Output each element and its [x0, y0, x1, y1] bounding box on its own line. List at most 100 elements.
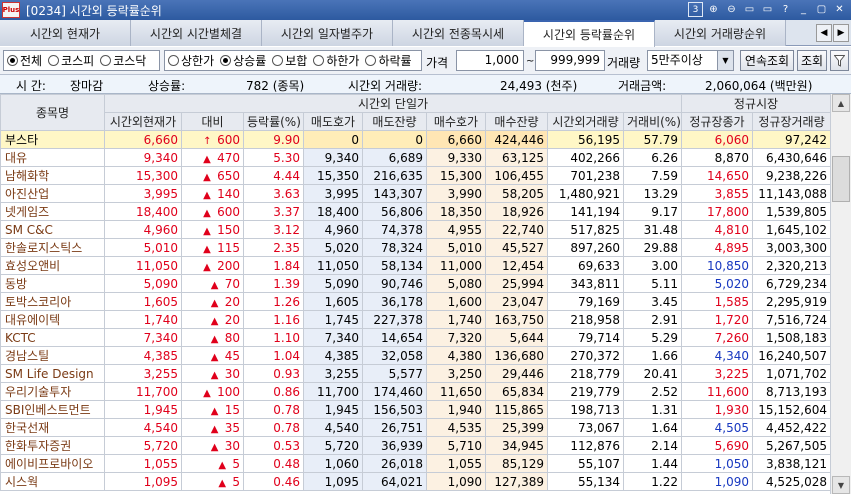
table-row[interactable]: 동방 5,090 ▲ 70 1.39 5,090 90,746 5,080 25,994 343,…	[0, 274, 830, 293]
col-header-6[interactable]: 매수잔량	[485, 112, 548, 131]
tab-4[interactable]: 시간외 등락률순위	[524, 20, 655, 47]
query-button[interactable]: 조회	[797, 50, 827, 71]
print-icon[interactable]: ▭	[760, 2, 775, 17]
market-radio-0[interactable]: 전체	[7, 52, 42, 69]
cell-regular-close: 11,600	[681, 382, 753, 401]
col-header-5[interactable]: 매수호가	[426, 112, 486, 131]
table-row[interactable]: 남해화학 15,300 ▲ 650 4.44 15,350 216,635 15,300 106…	[0, 166, 830, 185]
direction-radio-4[interactable]: 하락률	[365, 52, 412, 69]
col-header-8[interactable]: 거래비(%)	[623, 112, 682, 131]
cell-rate: 3.37	[243, 202, 304, 221]
cell-bid-price: 4,380	[426, 346, 486, 365]
cell-regular-close: 4,505	[681, 418, 753, 437]
table-row[interactable]: 한국선재 4,540 ▲ 35 0.78 4,540 26,751 4,535 25,399 73…	[0, 418, 830, 437]
table-row[interactable]: 한솔로지스틱스 5,010 ▲ 115 2.35 5,020 78,324 5,010 45,5…	[0, 238, 830, 257]
col-header-2[interactable]: 등락률(%)	[243, 112, 304, 131]
scroll-up-icon[interactable]: ▲	[832, 94, 850, 112]
table-row[interactable]: 대유 9,340 ▲ 470 5.30 9,340 6,689 9,330 63,125 402,…	[0, 148, 830, 167]
zoom-in-icon[interactable]: ⊕	[706, 2, 721, 17]
tab-scroll-left-icon[interactable]: ◀	[816, 24, 832, 42]
direction-radio-0[interactable]: 상한가	[168, 52, 214, 69]
chevron-down-icon[interactable]: ▼	[717, 51, 733, 70]
help-icon[interactable]: ?	[778, 2, 793, 17]
direction-radio-1[interactable]: 상승률	[220, 52, 266, 69]
maximize-icon[interactable]: ▢	[814, 2, 829, 17]
col-header-0[interactable]: 시간외현재가	[104, 112, 182, 131]
table-row[interactable]: 한화투자증권 5,720 ▲ 30 0.53 5,720 36,939 5,710 34,945…	[0, 436, 830, 455]
radio-circle-icon[interactable]	[220, 55, 232, 66]
table-row[interactable]: SM C&C 4,960 ▲ 150 3.12 4,960 74,378 4,955 22,74…	[0, 220, 830, 239]
cell-ask-qty: 26,018	[362, 454, 427, 473]
col-header-9[interactable]: 정규장종가	[681, 112, 753, 131]
cell-name: 동방	[0, 274, 105, 293]
cell-bid-price: 4,535	[426, 418, 486, 437]
change-value: 200	[217, 258, 240, 273]
link-number-button[interactable]: 3	[688, 2, 703, 17]
direction-radio-2[interactable]: 보합	[272, 52, 307, 69]
col-header-4[interactable]: 매도잔량	[362, 112, 427, 131]
col-header-3[interactable]: 매도호가	[303, 112, 363, 131]
price-from-input[interactable]: 1,000	[456, 50, 524, 71]
cell-bid-qty: 18,926	[485, 202, 548, 221]
radio-circle-icon[interactable]	[7, 55, 18, 66]
table-row[interactable]: 시스웍 1,095 ▲ 5 0.46 1,095 64,021 1,090 127,389 55,…	[0, 472, 830, 491]
cell-bid-price: 15,300	[426, 166, 486, 185]
tab-0[interactable]: 시간외 현재가	[0, 20, 131, 46]
table-row[interactable]: 에이비프로바이오 1,055 ▲ 5 0.48 1,060 26,018 1,055 85,12…	[0, 454, 830, 473]
table-row[interactable]: 우리기술투자 11,700 ▲ 100 0.86 11,700 174,460 11,650 6…	[0, 382, 830, 401]
table-row[interactable]: 토박스코리아 1,605 ▲ 20 1.26 1,605 36,178 1,600 23,047…	[0, 292, 830, 311]
cell-regular-volume: 2,320,213	[751, 256, 830, 275]
tab-1[interactable]: 시간외 시간별체결	[131, 20, 262, 46]
scroll-down-icon[interactable]: ▼	[832, 476, 850, 494]
table-row[interactable]: 대유에이텍 1,740 ▲ 20 1.16 1,745 227,378 1,740 163,75…	[0, 310, 830, 329]
minimize-icon[interactable]: _	[796, 2, 811, 17]
cell-regular-close: 1,050	[681, 454, 753, 473]
col-header-7[interactable]: 시간외거래량	[547, 112, 624, 131]
zoom-out-icon[interactable]: ⊖	[724, 2, 739, 17]
table-row[interactable]: 효성오앤비 11,050 ▲ 200 1.84 11,050 58,134 11,000 12,…	[0, 256, 830, 275]
filter-bar: 전체 코스피 코스닥 상한가 상승률 보합 하한가 하락률 가격 1,000 ~ 999,9…	[0, 47, 851, 75]
table-row[interactable]: SM Life Design 3,255 ▲ 30 0.93 3,255 5,577 3,25…	[0, 364, 830, 383]
tab-2[interactable]: 시간외 일자별주가	[262, 20, 393, 46]
continuous-query-button[interactable]: 연속조회	[740, 50, 794, 71]
cell-regular-volume: 4,452,422	[751, 418, 830, 437]
table-row[interactable]: 경남스틸 4,385 ▲ 45 1.04 4,385 32,058 4,380 136,680 2…	[0, 346, 830, 365]
table-row[interactable]: 부스타 6,660 ↑ 600 9.90 0 0 6,660 424,446 56,195 57.7…	[0, 130, 830, 149]
close-icon[interactable]: ✕	[832, 2, 847, 17]
market-radio-1[interactable]: 코스피	[48, 52, 94, 69]
table-row[interactable]: KCTC 7,340 ▲ 80 1.10 7,340 14,654 7,320 5,644 79,…	[0, 328, 830, 347]
cell-volume-ratio: 9.17	[623, 202, 682, 221]
tab-5[interactable]: 시간외 거래량순위	[655, 20, 786, 46]
col-header-1[interactable]: 대비	[181, 112, 244, 131]
cell-bid-qty: 22,740	[485, 220, 548, 239]
cell-bid-price: 5,010	[426, 238, 486, 257]
col-header-10[interactable]: 정규장거래량	[751, 112, 830, 131]
cell-volume-ratio: 29.88	[623, 238, 682, 257]
cell-name: 아진산업	[0, 184, 105, 203]
direction-radio-3[interactable]: 하한가	[313, 52, 359, 69]
radio-circle-icon[interactable]	[100, 55, 112, 66]
radio-circle-icon[interactable]	[48, 55, 60, 66]
radio-circle-icon[interactable]	[168, 55, 179, 66]
tab-3[interactable]: 시간외 전종목시세	[393, 20, 524, 46]
volume-select[interactable]: 5만주이상 ▼	[647, 50, 734, 71]
radio-circle-icon[interactable]	[313, 55, 325, 66]
cell-regular-close: 1,720	[681, 310, 753, 329]
market-radio-2[interactable]: 코스닥	[100, 52, 146, 69]
cell-regular-volume: 4,525,028	[751, 472, 830, 491]
col-header-name[interactable]: 종목명	[0, 94, 105, 131]
cell-ask-qty: 56,806	[362, 202, 427, 221]
vertical-scrollbar[interactable]: ▲ ▼	[830, 94, 851, 494]
radio-circle-icon[interactable]	[272, 55, 284, 66]
tab-scroll-right-icon[interactable]: ▶	[833, 24, 849, 42]
price-to-input[interactable]: 999,999	[535, 50, 605, 71]
table-row[interactable]: SBI인베스트먼트 1,945 ▲ 15 0.78 1,945 156,503 1,940 11…	[0, 400, 830, 419]
scroll-thumb[interactable]	[832, 156, 850, 202]
table-row[interactable]: 넷게임즈 18,400 ▲ 600 3.37 18,400 56,806 18,350 18,9…	[0, 202, 830, 221]
funnel-icon[interactable]	[830, 50, 849, 71]
cell-volume-ratio: 2.91	[623, 310, 682, 329]
cell-volume: 219,779	[547, 382, 624, 401]
table-row[interactable]: 아진산업 3,995 ▲ 140 3.63 3,995 143,307 3,990 58,205…	[0, 184, 830, 203]
radio-circle-icon[interactable]	[365, 55, 377, 66]
layout-icon[interactable]: ▭	[742, 2, 757, 17]
